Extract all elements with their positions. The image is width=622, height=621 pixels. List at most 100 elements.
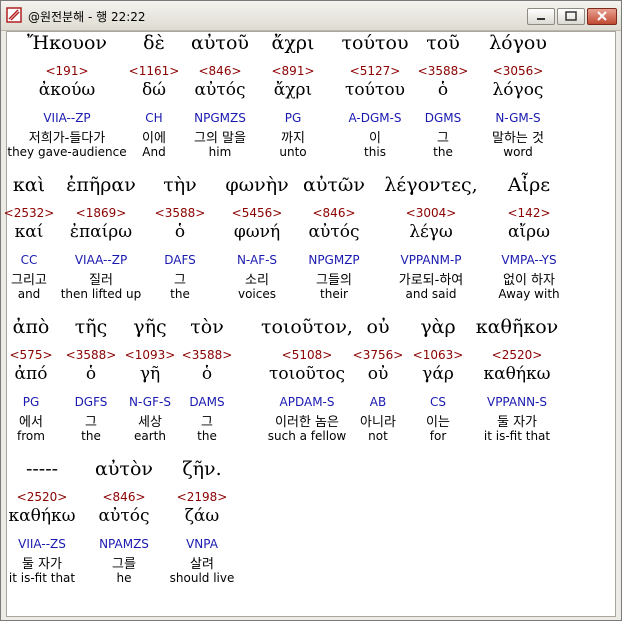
lexical-form: δώ — [141, 80, 167, 100]
lexical-form: ζάω — [184, 506, 220, 526]
strongs-number: <846> — [198, 64, 242, 78]
strongs-number: <1869> — [75, 206, 127, 220]
english-gloss: word — [503, 145, 533, 159]
korean-gloss: 에서 — [19, 415, 43, 430]
parsing-code: DGMS — [424, 111, 462, 125]
greek-word: αὐτῶν — [303, 174, 365, 196]
parsing-code: A-DGM-S — [348, 111, 402, 125]
strongs-number: <2520> — [491, 348, 543, 362]
english-gloss: earth — [134, 429, 166, 443]
english-gloss: the — [197, 429, 217, 443]
korean-gloss: 없이 하자 — [503, 273, 555, 288]
korean-gloss: 둘 자가 — [496, 415, 538, 430]
lexical-form: αὐτός — [194, 80, 246, 100]
verse-row: Ἤκουον <191> ἀκούω VIIA--ZP 저희가-들다가 they gave… — [7, 32, 615, 172]
english-gloss: it is-fit that — [483, 429, 551, 443]
lexical-form: γῆ — [139, 364, 161, 384]
verse-row: ἀπὸ <575> ἀπό PG 에서 from τῆς <3588> ὁ DGFS 그 the γῆς… — [7, 316, 615, 456]
lexical-form: ἀκούω — [38, 80, 96, 100]
parsing-code: APDAM-S — [279, 395, 335, 409]
maximize-button[interactable] — [557, 8, 585, 25]
korean-gloss: 까지 — [281, 131, 305, 146]
lexical-form: ὁ — [201, 364, 213, 384]
main-window: @원전분해 - 행 22:22 Ἤκουον <191> ἀκούω VIIA--ZP… — [0, 0, 622, 621]
english-gloss: not — [368, 429, 388, 443]
close-icon — [597, 11, 607, 21]
korean-gloss: 가로되-하여 — [398, 273, 464, 288]
parsing-code: AB — [369, 395, 387, 409]
strongs-number: <3004> — [405, 206, 457, 220]
parsing-code: PG — [22, 395, 40, 409]
parsing-code: DAFS — [164, 253, 196, 267]
greek-word: οὐ — [366, 316, 390, 338]
korean-gloss: 질러 — [89, 273, 113, 288]
parse-view[interactable]: Ἤκουον <191> ἀκούω VIIA--ZP 저희가-들다가 they gave… — [4, 31, 616, 617]
parsing-code: N-GF-S — [129, 395, 171, 409]
english-gloss: And — [142, 145, 166, 159]
lexical-form: αἴρω — [507, 222, 551, 242]
parsing-code: N-AF-S — [236, 253, 278, 267]
close-button[interactable] — [587, 8, 617, 25]
strongs-number: <2520> — [16, 490, 68, 504]
maximize-icon — [565, 11, 577, 21]
english-gloss: him — [208, 145, 232, 159]
greek-word: Ἤκουον — [27, 32, 107, 54]
strongs-number: <3588> — [65, 348, 117, 362]
korean-gloss: 세상 — [138, 415, 162, 430]
greek-word: τῆς — [74, 316, 108, 338]
parsing-code: VPPANN-S — [486, 395, 548, 409]
greek-word: λέγοντες, — [384, 174, 478, 196]
greek-word: γὰρ — [420, 316, 456, 338]
english-gloss: it is-fit that — [8, 571, 76, 585]
lexical-form: φωνή — [233, 222, 281, 242]
lexical-form: ἀπό — [14, 364, 48, 384]
lexical-form: ὁ — [174, 222, 186, 242]
korean-gloss: 이는 — [426, 415, 450, 430]
lexical-form: γάρ — [422, 364, 454, 384]
strongs-number: <3588> — [181, 348, 233, 362]
parsing-code: NPGMZS — [194, 111, 246, 125]
parsing-code: NPAMZS — [99, 537, 149, 551]
korean-gloss: 그 — [201, 415, 213, 430]
english-gloss: the — [170, 287, 190, 301]
minimize-icon — [537, 18, 545, 20]
greek-word: αὐτὸν — [95, 458, 153, 480]
korean-gloss: 그들의 — [316, 273, 352, 288]
english-gloss: this — [364, 145, 386, 159]
greek-word: τὴν — [163, 174, 197, 196]
lexical-form: τούτου — [345, 80, 405, 100]
lexical-form: αὐτός — [98, 506, 150, 526]
greek-word: καὶ — [12, 174, 46, 196]
strongs-number: <846> — [102, 490, 146, 504]
korean-gloss: 둘 자가 — [21, 557, 63, 572]
korean-gloss: 아니라 — [360, 415, 396, 430]
english-gloss: the — [81, 429, 101, 443]
greek-word: ἀπὸ — [12, 316, 50, 338]
lexical-form: καθήκω — [483, 364, 551, 384]
title-bar[interactable]: @원전분해 - 행 22:22 — [1, 1, 621, 31]
greek-word: ἐπῆραν — [66, 174, 136, 196]
strongs-number: <846> — [312, 206, 356, 220]
korean-gloss: 그리고 — [11, 273, 47, 288]
strongs-number: <2198> — [176, 490, 228, 504]
strongs-number: <3588> — [417, 64, 469, 78]
parsing-code: VIAA--ZP — [74, 253, 128, 267]
lexical-form: ὁ — [85, 364, 97, 384]
english-gloss: they gave-audience — [7, 145, 127, 159]
english-gloss: from — [17, 429, 45, 443]
parsing-code: VIIA--ZS — [18, 537, 66, 551]
parsing-code: CS — [430, 395, 446, 409]
minimize-button[interactable] — [527, 8, 555, 25]
korean-gloss: 그 — [437, 131, 449, 146]
korean-gloss: 소리 — [245, 273, 269, 288]
greek-word: φωνὴν — [225, 174, 289, 196]
app-icon — [6, 7, 22, 23]
parsing-code: DAMS — [189, 395, 225, 409]
parsing-code: N-GM-S — [495, 111, 541, 125]
window-title: @원전분해 - 행 22:22 — [28, 10, 146, 24]
korean-gloss: 이에 — [142, 131, 166, 146]
english-gloss: and said — [405, 287, 457, 301]
lexical-form: ἐπαίρω — [69, 222, 133, 242]
verse-row: ----- <2520> καθήκω VIIA--ZS 둘 자가 it is-fit t… — [7, 458, 615, 598]
parsing-code: PG — [284, 111, 302, 125]
